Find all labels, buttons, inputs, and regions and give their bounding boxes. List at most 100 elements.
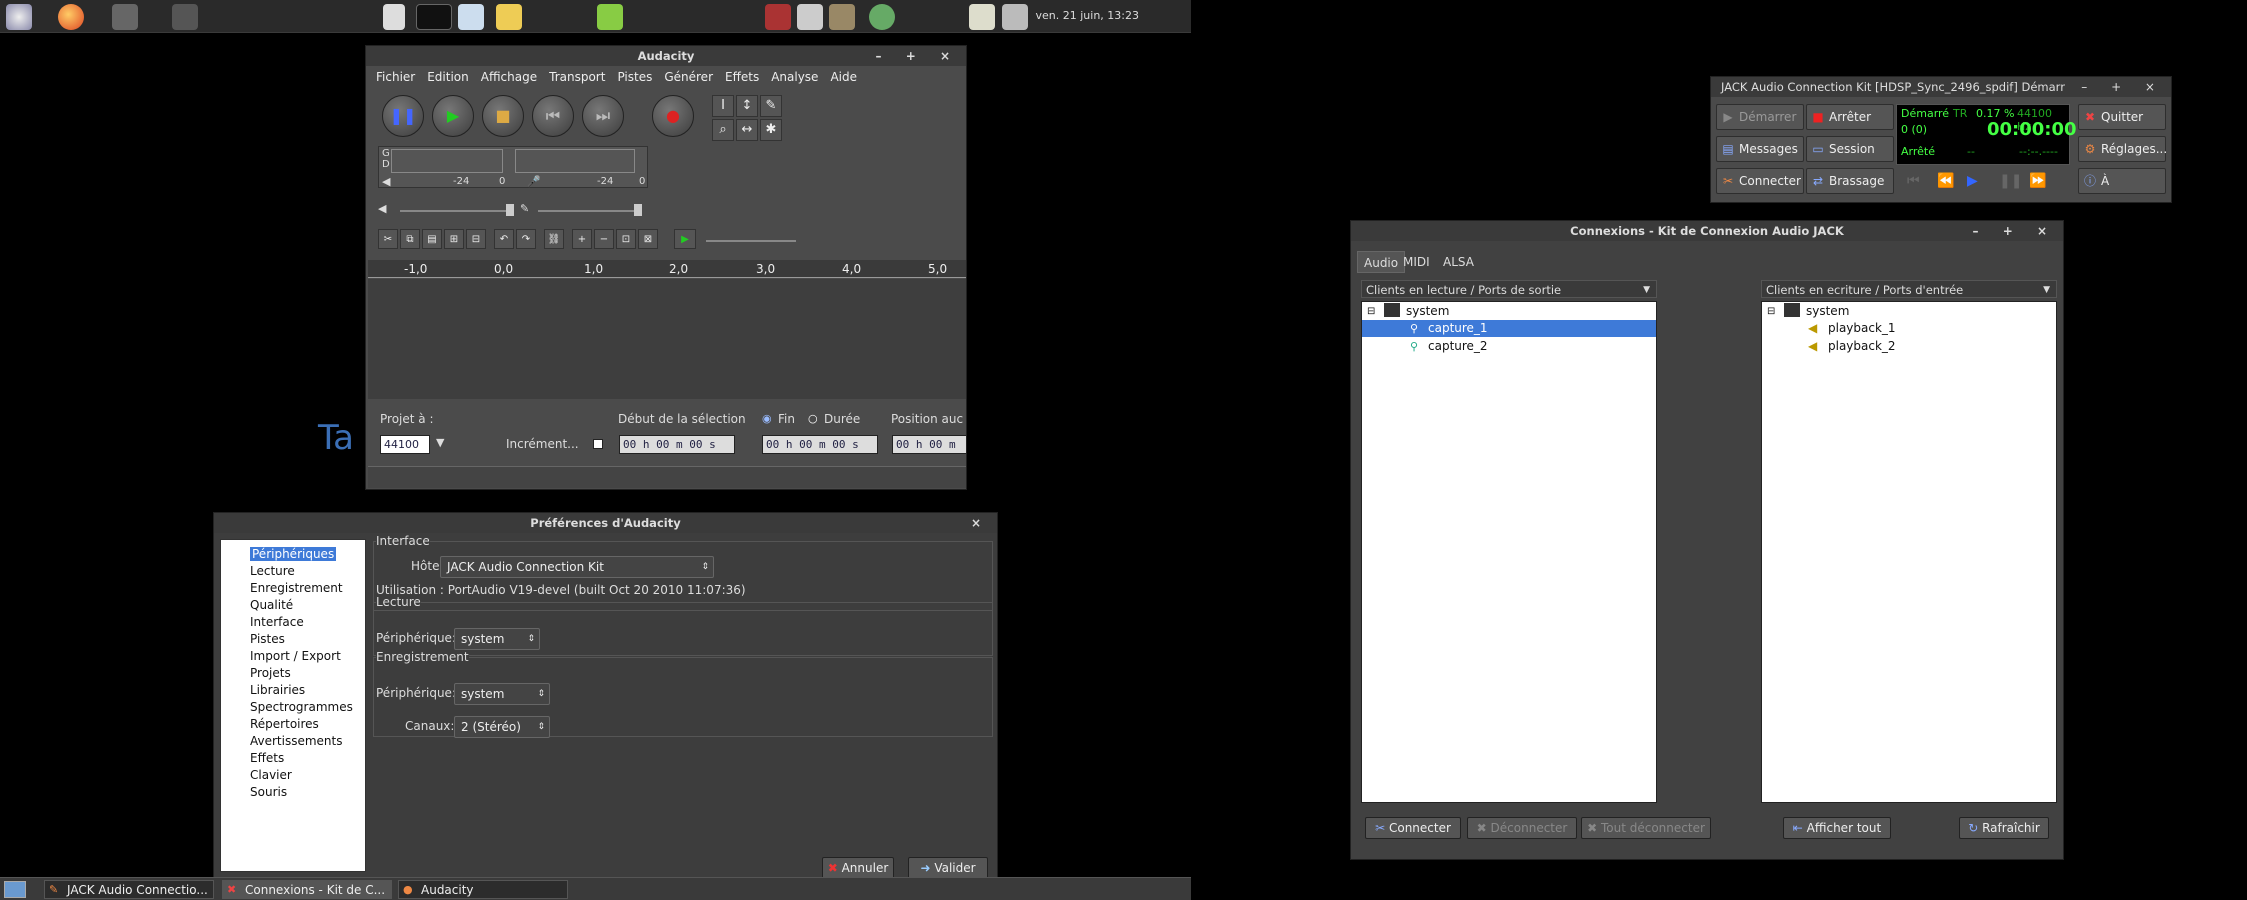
- play-speed-slider[interactable]: [706, 240, 796, 242]
- rate-dropdown-icon[interactable]: ▼: [436, 436, 444, 449]
- multi-tool[interactable]: ✱: [760, 119, 782, 141]
- forward-icon[interactable]: ⏩: [2029, 173, 2046, 189]
- category-item[interactable]: Spectrogrammes: [221, 699, 365, 716]
- cut-icon[interactable]: ✂: [378, 229, 398, 249]
- terminal-icon[interactable]: [416, 4, 452, 30]
- record-button[interactable]: ●: [652, 95, 694, 137]
- patchbay-button[interactable]: ⇄ Brassage: [1806, 168, 1894, 194]
- notes-icon[interactable]: [969, 4, 995, 30]
- network-icon[interactable]: [869, 4, 895, 30]
- fit-selection-icon[interactable]: ⊡: [616, 229, 636, 249]
- collapse-icon[interactable]: ⊟: [1767, 303, 1775, 320]
- output-ports-header[interactable]: Clients en lecture / Ports de sortie ▼: [1361, 280, 1657, 298]
- refresh-button[interactable]: ↻ Rafraîchir: [1959, 817, 2049, 839]
- play-transport-icon[interactable]: ▶: [1967, 173, 1978, 189]
- slider-thumb[interactable]: [506, 204, 514, 216]
- port-name[interactable]: capture_2: [1428, 338, 1488, 355]
- envelope-tool[interactable]: ↕: [736, 95, 758, 117]
- category-item[interactable]: Effets: [221, 750, 365, 767]
- client-name[interactable]: system: [1806, 303, 1849, 320]
- menu-effets[interactable]: Effets: [725, 70, 759, 84]
- menu-icon[interactable]: [6, 4, 32, 30]
- output-ports-list[interactable]: ⊟ system ⚲ capture_1 ⚲ capture_2: [1361, 301, 1657, 803]
- category-item[interactable]: Librairies: [221, 682, 365, 699]
- draw-tool[interactable]: ✎: [760, 95, 782, 117]
- clock[interactable]: ven. 21 juin, 13:23: [1036, 9, 1140, 22]
- disconnect-all-button[interactable]: ✖ Tout déconnecter: [1581, 817, 1711, 839]
- zoom-tool[interactable]: ⌕: [712, 119, 734, 141]
- menu-transport[interactable]: Transport: [549, 70, 605, 84]
- length-radio[interactable]: ○: [808, 412, 818, 425]
- ok-button[interactable]: ➜ Valider: [908, 857, 988, 877]
- menu-affichage[interactable]: Affichage: [481, 70, 537, 84]
- pause-button[interactable]: ❚❚: [382, 95, 424, 137]
- firefox-icon[interactable]: [58, 4, 84, 30]
- input-ports-list[interactable]: ⊟ system ◀ playback_1 ◀ playback_2: [1761, 301, 2057, 803]
- category-item[interactable]: Périphériques: [221, 546, 365, 563]
- cancel-button[interactable]: ✖ Annuler: [822, 857, 894, 877]
- messages-button[interactable]: ▤ Messages: [1716, 136, 1804, 162]
- skip-start-button[interactable]: ⏮: [532, 95, 574, 137]
- screenshot-icon[interactable]: [458, 4, 484, 30]
- mic-icon[interactable]: 🎤: [527, 175, 541, 188]
- snap-checkbox[interactable]: [593, 439, 603, 449]
- track-area[interactable]: [368, 279, 966, 399]
- menu-analyse[interactable]: Analyse: [771, 70, 818, 84]
- keyboard-icon[interactable]: [797, 4, 823, 30]
- end-radio[interactable]: ◉: [762, 412, 772, 425]
- playback-meter[interactable]: [391, 149, 503, 173]
- category-item[interactable]: Import / Export: [221, 648, 365, 665]
- folder-icon[interactable]: [496, 4, 522, 30]
- category-item[interactable]: Clavier: [221, 767, 365, 784]
- category-item[interactable]: Projets: [221, 665, 365, 682]
- category-item[interactable]: Répertoires: [221, 716, 365, 733]
- port-name[interactable]: capture_1: [1428, 320, 1488, 337]
- window-controls[interactable]: – + ×: [2081, 77, 2165, 97]
- redo-icon[interactable]: ↷: [516, 229, 536, 249]
- record-meter[interactable]: [515, 149, 635, 173]
- taskbar-item-connections[interactable]: ✖ Connexions - Kit de C...: [222, 880, 392, 899]
- tools-icon[interactable]: [829, 4, 855, 30]
- category-item[interactable]: Interface: [221, 614, 365, 631]
- fit-project-icon[interactable]: ⊠: [638, 229, 658, 249]
- menu-aide[interactable]: Aide: [830, 70, 857, 84]
- document-icon[interactable]: [383, 4, 405, 30]
- menu-generer[interactable]: Générer: [664, 70, 713, 84]
- session-button[interactable]: ▭ Session: [1806, 136, 1894, 162]
- port-item[interactable]: [1362, 320, 1656, 337]
- zoom-in-icon[interactable]: +: [572, 229, 592, 249]
- trim-icon[interactable]: ⊞: [444, 229, 464, 249]
- channels-select[interactable]: 2 (Stéréo) ⇕: [454, 716, 550, 738]
- category-item[interactable]: Qualité: [221, 597, 365, 614]
- connect-button[interactable]: ✂ Connecter: [1716, 168, 1804, 194]
- category-item[interactable]: Enregistrement: [221, 580, 365, 597]
- jack-titlebar[interactable]: JACK Audio Connection Kit [HDSP_Sync_249…: [1711, 77, 2171, 97]
- collapse-icon[interactable]: ⊟: [1367, 303, 1375, 320]
- rewind-icon[interactable]: ⏮: [1907, 173, 1920, 189]
- show-desktop-icon[interactable]: [4, 881, 26, 898]
- menu-fichier[interactable]: Fichier: [376, 70, 415, 84]
- camera-icon[interactable]: [172, 4, 198, 30]
- timeshift-tool[interactable]: ↔: [736, 119, 758, 141]
- connections-titlebar[interactable]: Connexions - Kit de Connexion Audio JACK…: [1351, 221, 2063, 241]
- taskbar-item-jack[interactable]: ✎ JACK Audio Connectio...: [44, 880, 214, 899]
- port-name[interactable]: playback_2: [1828, 338, 1896, 355]
- quit-button[interactable]: ✖ Quitter: [2078, 104, 2166, 130]
- taskbar-item-audacity[interactable]: ● Audacity: [398, 880, 568, 899]
- trash-icon[interactable]: [597, 4, 623, 30]
- category-item[interactable]: Avertissements: [221, 733, 365, 750]
- menu-edition[interactable]: Edition: [427, 70, 469, 84]
- project-rate-input[interactable]: 44100: [380, 435, 430, 454]
- zoom-out-icon[interactable]: −: [594, 229, 614, 249]
- disconnect-button[interactable]: ✖ Déconnecter: [1467, 817, 1577, 839]
- client-name[interactable]: system: [1406, 303, 1449, 320]
- selection-start-time[interactable]: 00 h 00 m 00 s: [619, 435, 735, 454]
- playback-volume-slider[interactable]: [400, 210, 510, 212]
- about-button[interactable]: ⓘ À propos...: [2078, 168, 2166, 202]
- sync-lock-icon[interactable]: ⛓: [544, 229, 564, 249]
- film-icon[interactable]: [112, 4, 138, 30]
- tab-midi[interactable]: MIDI: [1397, 251, 1436, 273]
- selection-tool[interactable]: I: [712, 95, 734, 117]
- audio-position-time[interactable]: 00 h 00 m: [892, 435, 966, 454]
- copy-icon[interactable]: ⧉: [400, 229, 420, 249]
